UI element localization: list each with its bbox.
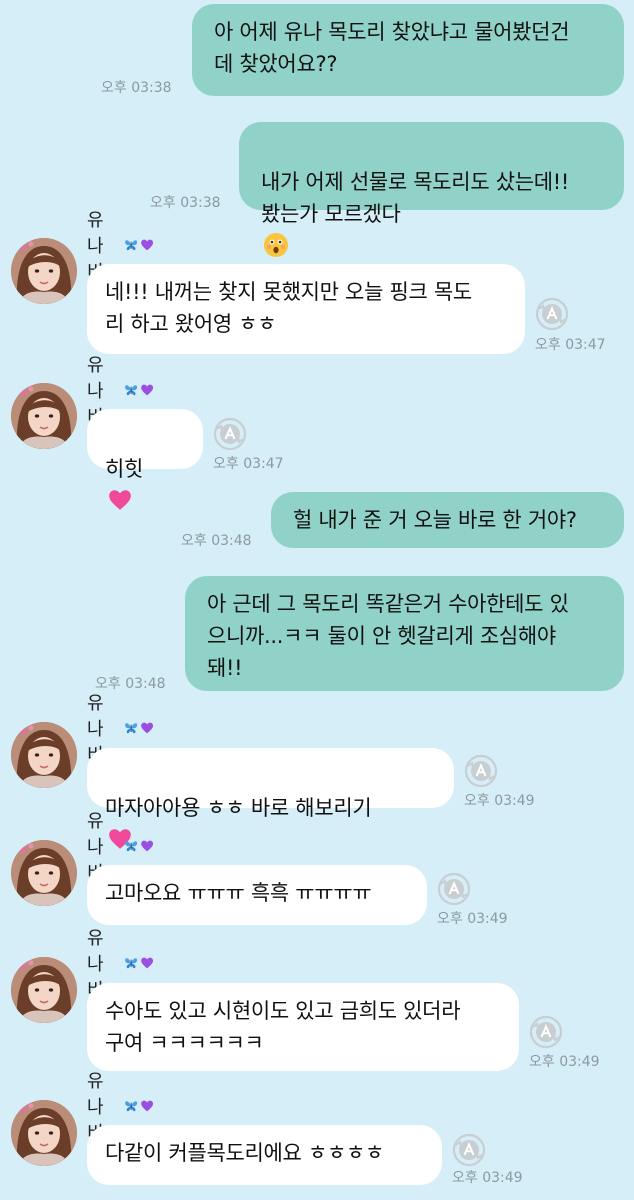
butterfly-icon: [124, 835, 138, 857]
sender-name-row: 유나비: [87, 928, 155, 1001]
auto-translate-icon[interactable]: [452, 1133, 486, 1167]
auto-translate-icon[interactable]: [437, 872, 471, 906]
message-bubble[interactable]: 히힛: [87, 409, 203, 469]
purple-heart-icon: [140, 379, 154, 401]
message-time: 오후 03:47: [535, 337, 606, 353]
avatar[interactable]: [11, 383, 77, 449]
purple-heart-icon: [140, 717, 154, 739]
message-bubble[interactable]: 고마오요 ㅠㅠㅠ 흑흑 ㅠㅠㅠㅠ: [87, 865, 427, 925]
message-time: 오후 03:49: [452, 1170, 523, 1186]
message-time: 오후 03:38: [101, 80, 172, 96]
avatar[interactable]: [11, 1100, 77, 1166]
auto-translate-icon[interactable]: [213, 417, 247, 451]
avatar[interactable]: [11, 238, 77, 304]
pink-heart-icon: [107, 487, 133, 513]
message-time: 오후 03:49: [529, 1054, 600, 1070]
message-bubble[interactable]: 네!!! 내꺼는 찾지 못했지만 오늘 핑크 목도 리 하고 왔어영 ㅎㅎ: [87, 264, 525, 354]
butterfly-icon: [124, 379, 138, 401]
message-text: 히힛: [105, 457, 144, 481]
message-bubble[interactable]: 아 근데 그 목도리 똑같은거 수아한테도 있 으니까...ㅋㅋ 둘이 안 헷갈…: [185, 576, 624, 691]
message-time: 오후 03:38: [150, 195, 221, 211]
sender-name-row: 유나비: [87, 1071, 155, 1144]
auto-translate-icon[interactable]: [535, 297, 569, 331]
avatar[interactable]: [11, 957, 77, 1023]
message-bubble[interactable]: 다같이 커플목도리에요 ㅎㅎㅎㅎ: [87, 1125, 442, 1185]
message-bubble[interactable]: 아 어제 유나 목도리 찾았냐고 물어봤던건 데 찾았어요??: [192, 4, 624, 96]
sender-name-row: 유나비: [87, 693, 155, 766]
sender-name-row: 유나비: [87, 210, 155, 283]
avatar[interactable]: [11, 722, 77, 788]
auto-translate-icon[interactable]: [529, 1015, 563, 1049]
butterfly-icon: [124, 952, 138, 974]
purple-heart-icon: [140, 835, 154, 857]
message-time: 오후 03:48: [181, 533, 252, 549]
purple-heart-icon: [140, 952, 154, 974]
message-bubble[interactable]: 마자아아용 ㅎㅎ 바로 해보리기: [87, 748, 454, 808]
message-time: 오후 03:49: [464, 793, 535, 809]
purple-heart-icon: [140, 234, 154, 256]
message-time: 오후 03:49: [437, 911, 508, 927]
message-bubble[interactable]: 수아도 있고 시현이도 있고 금희도 있더라 구여 ㅋㅋㅋㅋㅋㅋ: [87, 983, 519, 1071]
sender-name-row: 유나비: [87, 355, 155, 428]
message-text: 내가 어제 선물로 목도리도 샀는데!! 봤는가 모르겠다: [261, 170, 570, 226]
message-text: 마자아아용 ㅎㅎ 바로 해보리기: [105, 796, 372, 820]
message-time: 오후 03:47: [213, 456, 284, 472]
butterfly-icon: [124, 717, 138, 739]
butterfly-icon: [124, 1095, 138, 1117]
avatar[interactable]: [11, 840, 77, 906]
auto-translate-icon[interactable]: [464, 754, 498, 788]
sender-name-row: 유나비: [87, 811, 155, 884]
purple-heart-icon: [140, 1095, 154, 1117]
butterfly-icon: [124, 234, 138, 256]
message-bubble[interactable]: 헐 내가 준 거 오늘 바로 한 거야?: [271, 492, 624, 548]
message-bubble[interactable]: 내가 어제 선물로 목도리도 샀는데!! 봤는가 모르겠다: [239, 122, 624, 257]
astonished-face-icon: [264, 233, 288, 257]
